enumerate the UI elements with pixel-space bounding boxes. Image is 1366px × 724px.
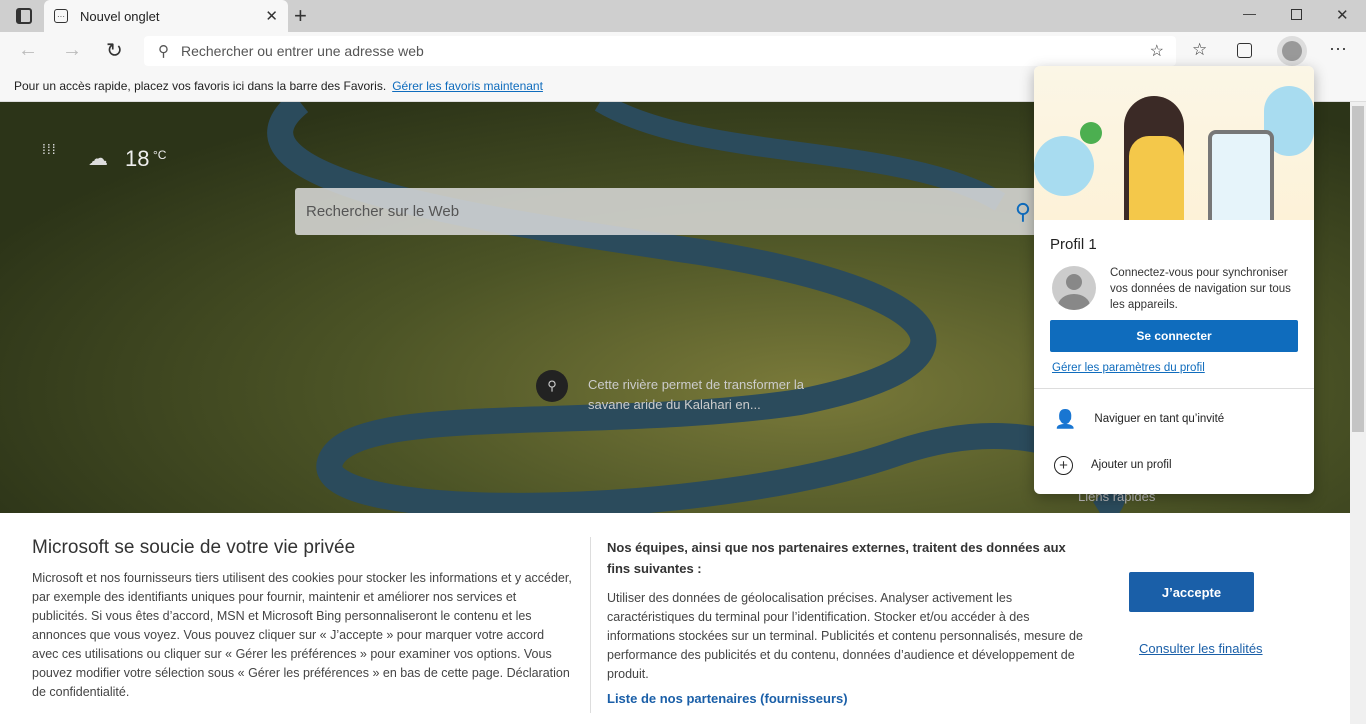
- add-favorite-icon[interactable]: ☆: [1150, 41, 1164, 61]
- manage-profile-link[interactable]: Gérer les paramètres du profil: [1052, 362, 1205, 374]
- sign-in-button[interactable]: Se connecter: [1050, 320, 1298, 352]
- purposes-text: Utiliser des données de géolocalisation …: [607, 591, 1083, 681]
- search-icon[interactable]: ⚲: [1015, 199, 1031, 225]
- refresh-icon[interactable]: ↻: [106, 38, 123, 63]
- close-window-icon[interactable]: ✕: [1336, 6, 1349, 24]
- forward-icon[interactable]: →: [62, 39, 82, 62]
- sync-text: Connectez-vous pour synchroniser vos don…: [1110, 267, 1291, 311]
- image-caption[interactable]: Cette rivière permet de transformer la s…: [588, 375, 838, 415]
- privacy-title: Microsoft se soucie de votre vie privée: [32, 537, 356, 558]
- more-icon[interactable]: ···: [1329, 38, 1347, 59]
- weather-unit: °C: [153, 148, 167, 162]
- restore-icon[interactable]: [1291, 9, 1302, 20]
- add-profile-label: Ajouter un profil: [1091, 459, 1172, 471]
- new-tab-plus-icon[interactable]: +: [294, 3, 307, 29]
- guest-user-icon: 👤: [1054, 408, 1077, 429]
- browse-as-guest-item[interactable]: 👤 Naviguer en tant qu’invité: [1034, 402, 1314, 436]
- divider: [590, 537, 591, 713]
- minimize-icon[interactable]: —: [1243, 6, 1256, 21]
- tab-title: Nouvel onglet: [80, 8, 160, 24]
- web-search-box[interactable]: Rechercher sur le Web ⚲: [295, 188, 1041, 235]
- guest-label: Naviguer en tant qu’invité: [1094, 413, 1225, 425]
- favorites-bar-text: Pour un accès rapide, placez vos favoris…: [14, 78, 387, 93]
- privacy-body: Microsoft et nos fournisseurs tiers util…: [32, 571, 572, 680]
- back-icon[interactable]: ←: [18, 39, 38, 62]
- profile-popup: Profil 1 Connectez-vous pour synchronise…: [1034, 66, 1314, 494]
- profile-picture: [1052, 266, 1096, 310]
- close-tab-icon[interactable]: ✕: [265, 7, 278, 25]
- apps-grid-icon[interactable]: ⁞⁞⁞: [42, 142, 57, 156]
- toolbar: ← → ↻ ⚲ Rechercher ou entrer une adresse…: [0, 32, 1366, 70]
- tab-actions-icon[interactable]: [16, 8, 32, 24]
- collections-icon[interactable]: [1237, 43, 1252, 58]
- tab-bar: ··· Nouvel onglet ✕ + — ✕: [0, 0, 1366, 32]
- profile-illustration: [1034, 66, 1314, 220]
- scrollbar-thumb[interactable]: [1352, 106, 1364, 432]
- divider: [1034, 388, 1314, 389]
- web-search-placeholder: Rechercher sur le Web: [306, 203, 460, 220]
- profile-avatar[interactable]: [1277, 36, 1307, 66]
- search-icon: ⚲: [158, 43, 169, 60]
- weather-temp[interactable]: 18: [125, 146, 149, 172]
- favorites-icon[interactable]: ☆: [1192, 40, 1207, 60]
- partners-link[interactable]: Liste de nos partenaires (fournisseurs): [607, 691, 848, 706]
- address-placeholder: Rechercher ou entrer une adresse web: [181, 43, 424, 59]
- add-circle-icon: +: [1054, 455, 1073, 475]
- scrollbar[interactable]: [1350, 102, 1366, 724]
- weather-cloudy-icon: ☁: [88, 148, 108, 170]
- new-tab-page-icon: ···: [54, 9, 68, 23]
- manage-favorites-link[interactable]: Gérer les favoris maintenant: [392, 79, 543, 93]
- address-bar[interactable]: ⚲ Rechercher ou entrer une adresse web ☆: [144, 36, 1176, 66]
- accept-button[interactable]: J’accepte: [1129, 572, 1254, 612]
- purposes-title: Nos équipes, ainsi que nos partenaires e…: [607, 540, 1066, 576]
- privacy-banner: Microsoft se soucie de votre vie privée …: [0, 513, 1350, 724]
- consult-purposes-link[interactable]: Consulter les finalités: [1139, 641, 1263, 656]
- image-info-icon[interactable]: ⚲: [536, 370, 568, 402]
- tab-new-tab[interactable]: ··· Nouvel onglet ✕: [44, 0, 288, 32]
- add-profile-item[interactable]: + Ajouter un profil: [1034, 448, 1314, 482]
- profile-name: Profil 1: [1050, 236, 1097, 253]
